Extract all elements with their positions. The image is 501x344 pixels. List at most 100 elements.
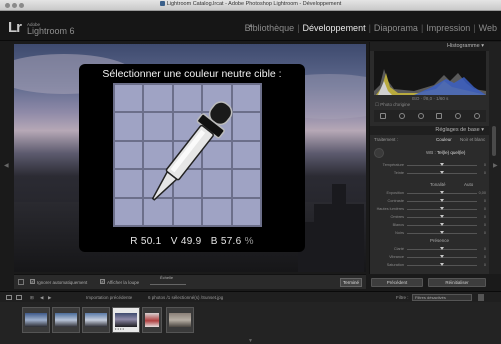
slider-label: Ombres	[390, 215, 404, 219]
slider-noirs[interactable]: Noirs 0	[374, 230, 486, 236]
slider-value[interactable]: 0	[484, 262, 486, 268]
crop-icon[interactable]	[380, 113, 387, 119]
slider-knob[interactable]	[440, 215, 444, 218]
treatment-label: Traitement :	[374, 137, 398, 142]
filmstrip-source[interactable]: Importation précédente	[86, 295, 132, 300]
slider-knob[interactable]	[440, 207, 444, 210]
slider-knob[interactable]	[440, 231, 444, 234]
slider-hautes-lumières[interactable]: Hautes lumières 0	[374, 206, 486, 212]
slider-label: Clarté	[393, 247, 404, 251]
histogram-header[interactable]: Histogramme ▾	[370, 42, 490, 51]
blue-label: B	[210, 236, 218, 247]
spot-removal-icon[interactable]	[398, 113, 405, 119]
adjustment-brush-icon[interactable]	[473, 113, 480, 119]
slider-blancs[interactable]: Blancs 0	[374, 222, 486, 228]
module-web[interactable]: Web	[479, 23, 497, 33]
slider-ombres[interactable]: Ombres 0	[374, 214, 486, 220]
slider-vibrance[interactable]: Vibrance 0	[374, 254, 486, 260]
filmstrip-thumb[interactable]	[82, 307, 110, 333]
slider-knob[interactable]	[440, 223, 444, 226]
reset-button[interactable]: Réinitialiser	[428, 278, 486, 287]
slider-label: Exposition	[386, 191, 404, 195]
slider-value[interactable]: 0	[484, 170, 486, 176]
slider-label: Noirs	[395, 231, 404, 235]
basic-panel-header[interactable]: Réglages de base ▾	[370, 126, 490, 135]
show-loupe-label: Afficher la loupe	[107, 280, 140, 285]
slider-teinte[interactable]: Teinte 0	[374, 170, 486, 176]
loupe-title: Sélectionner une couleur neutre cible :	[102, 68, 282, 80]
filmstrip-thumb-selected[interactable]: • • • •	[112, 307, 140, 333]
slider-température[interactable]: Température 0	[374, 162, 486, 168]
filter-label: Filtre :	[396, 295, 409, 300]
slider-value[interactable]: 0,00	[479, 190, 486, 196]
slider-knob[interactable]	[440, 191, 444, 194]
slider-label: Température	[382, 163, 404, 167]
done-button[interactable]: Terminé	[340, 278, 362, 287]
wb-label: WB :	[426, 150, 436, 155]
slider-value[interactable]: 0	[484, 222, 486, 228]
original-photo-checkbox[interactable]: ☐ Photo d'origine	[375, 102, 410, 108]
slider-value[interactable]: 0	[484, 254, 486, 260]
slider-knob[interactable]	[440, 247, 444, 250]
percent-unit: %	[244, 236, 254, 247]
filmstrip-header: ⊞ ◀ ▶ Importation précédente 6 photos /1…	[0, 291, 501, 302]
secondary-window-icon[interactable]	[6, 295, 12, 300]
slider-saturation[interactable]: Saturation 0	[374, 262, 486, 268]
slider-knob[interactable]	[440, 199, 444, 202]
slider-value[interactable]: 0	[484, 214, 486, 220]
second-display-icon[interactable]	[16, 295, 22, 300]
module-slideshow[interactable]: Diaporama	[374, 23, 418, 33]
wb-select[interactable]: Tel(le) quel(le)	[437, 150, 466, 155]
module-picker: Bibliothèque | Développement | Diaporama | Imp…	[244, 23, 497, 33]
scale-slider[interactable]	[150, 284, 186, 285]
show-loupe-checkbox[interactable]: ✓	[100, 279, 105, 284]
rgb-readout: R 50.1 V 49.9 B 57.6 %	[79, 236, 305, 247]
filmstrip-thumb[interactable]	[22, 307, 50, 333]
treatment-color[interactable]: Couleur	[436, 137, 452, 142]
window-title-text: Lightroom Catalog.lrcat - Adobe Photosho…	[166, 1, 342, 7]
graduated-filter-icon[interactable]	[436, 113, 443, 119]
module-print[interactable]: Impression	[426, 23, 470, 33]
filmstrip-thumb[interactable]	[166, 307, 194, 333]
auto-tone-button[interactable]: Auto	[464, 182, 473, 187]
auto-dismiss-checkbox[interactable]: ✓	[30, 279, 35, 284]
green-value: 49.9	[180, 236, 202, 247]
radial-filter-icon[interactable]	[454, 113, 461, 119]
slider-knob[interactable]	[440, 171, 444, 174]
forward-icon[interactable]: ▶	[48, 295, 51, 301]
wb-tool-icon[interactable]	[18, 279, 24, 285]
grid-icon[interactable]: ⊞	[30, 295, 34, 301]
previous-button[interactable]: Précédent	[371, 278, 423, 287]
collapse-right-panel-icon[interactable]: ▶	[493, 162, 498, 169]
right-panel: Histogramme ▾ ISO · f/8,0 · 1/60 s ☐ Pho…	[369, 42, 490, 274]
slider-contraste[interactable]: Contraste 0	[374, 198, 486, 204]
collapse-left-panel-icon[interactable]: ◀	[4, 162, 9, 169]
slider-exposition[interactable]: Exposition 0,00	[374, 190, 486, 196]
slider-value[interactable]: 0	[484, 162, 486, 168]
slider-clarté[interactable]: Clarté 0	[374, 246, 486, 252]
slider-knob[interactable]	[440, 263, 444, 266]
collapse-filmstrip-icon[interactable]: ▼	[248, 338, 253, 344]
slider-value[interactable]: 0	[484, 230, 486, 236]
filter-lock-icon[interactable]	[478, 294, 484, 301]
wb-eyedropper-icon[interactable]	[374, 148, 384, 158]
red-eye-icon[interactable]	[417, 113, 424, 119]
filmstrip-thumb[interactable]	[52, 307, 80, 333]
red-label: R	[130, 236, 138, 247]
right-panel-scrollbar[interactable]: ▶	[489, 42, 501, 274]
module-library[interactable]: Bibliothèque	[245, 23, 295, 33]
back-icon[interactable]: ◀	[40, 295, 43, 301]
filter-select[interactable]: Filtres désactivés	[412, 294, 472, 301]
slider-value[interactable]: 0	[484, 206, 486, 212]
photo-building	[314, 204, 364, 272]
slider-value[interactable]: 0	[484, 198, 486, 204]
slider-knob[interactable]	[440, 163, 444, 166]
module-develop[interactable]: Développement	[303, 23, 366, 33]
treatment-bw[interactable]: Noir et blanc	[460, 137, 485, 142]
slider-value[interactable]: 0	[484, 246, 486, 252]
lightroom-window: Lightroom Catalog.lrcat - Adobe Photosho…	[0, 0, 501, 344]
slider-knob[interactable]	[440, 255, 444, 258]
filmstrip-count: 6 photos /1 sélectionné(s) /Sunset.jpg	[148, 295, 224, 300]
scrollbar-thumb[interactable]	[492, 126, 496, 156]
filmstrip-thumb[interactable]	[142, 307, 162, 333]
